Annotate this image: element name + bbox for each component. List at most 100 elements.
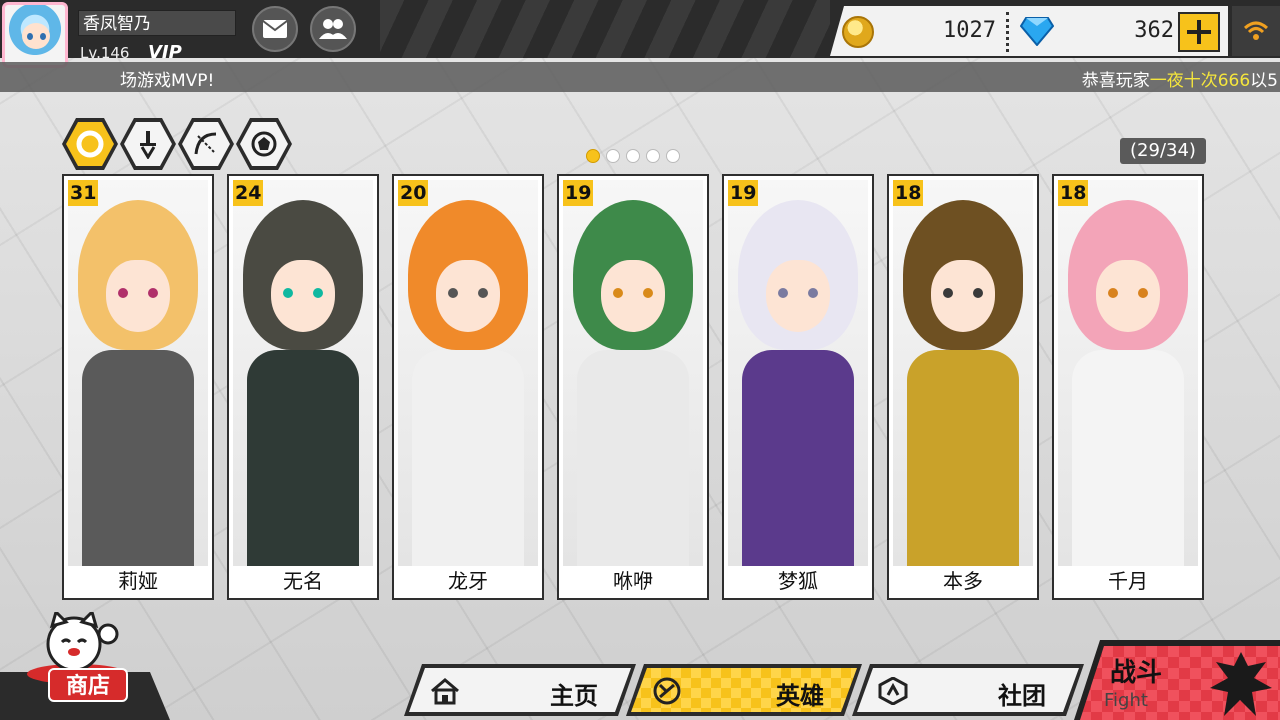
avatar-eye-left	[27, 33, 33, 40]
hero-body	[1072, 350, 1184, 566]
page-indicator	[586, 149, 680, 163]
announcement-marquee: 场游戏MVP! 恭喜玩家一夜十次666以5	[0, 62, 1280, 92]
vip-badge[interactable]: VIP	[148, 42, 182, 63]
player-level: Lv.146	[80, 44, 130, 62]
diamond-icon	[1020, 17, 1054, 46]
hero-body	[907, 350, 1019, 566]
hero-level: 20	[398, 180, 429, 206]
nav-tab-guild[interactable]: 社团	[852, 664, 1084, 716]
shop-button[interactable]: 商店	[48, 668, 128, 702]
gem-value: 362	[1134, 18, 1174, 43]
hero-face	[106, 260, 170, 332]
page-dot[interactable]	[586, 149, 600, 163]
hero-portrait	[398, 180, 538, 566]
hero-face	[271, 260, 335, 332]
sword-icon	[140, 131, 156, 159]
friends-button[interactable]	[310, 6, 356, 52]
hero-level: 18	[1058, 180, 1089, 206]
marquee-text-left: 场游戏MVP!	[120, 71, 215, 91]
hero-eye-left	[778, 288, 788, 298]
hero-card[interactable]: 19 梦狐	[722, 174, 874, 600]
hero-eye-right	[808, 288, 818, 298]
hero-card-list: 31 莉娅 24 无名 20 龙牙 19 咻咿 19 梦狐 18 本多 18 千月	[62, 174, 1212, 600]
hero-name: 梦狐	[778, 569, 818, 593]
bow-icon	[194, 132, 217, 155]
hero-level: 19	[563, 180, 594, 206]
hero-eye-right	[478, 288, 488, 298]
hero-eye-right	[973, 288, 983, 298]
hero-name: 龙牙	[448, 569, 488, 593]
nav-tab-heroes[interactable]: 英雄	[626, 664, 862, 716]
fight-label-en: Fight	[1104, 690, 1148, 711]
hero-face	[436, 260, 500, 332]
page-dot[interactable]	[626, 149, 640, 163]
hero-eye-left	[943, 288, 953, 298]
hero-face	[766, 260, 830, 332]
mail-icon	[262, 20, 288, 38]
mail-button[interactable]	[252, 6, 298, 52]
hero-card[interactable]: 18 本多	[887, 174, 1039, 600]
hero-eye-right	[643, 288, 653, 298]
marquee-prefix: 恭喜玩家	[1081, 71, 1150, 91]
hero-card[interactable]: 24 无名	[227, 174, 379, 600]
page-dot[interactable]	[666, 149, 680, 163]
page-dot[interactable]	[606, 149, 620, 163]
player-avatar[interactable]	[2, 2, 68, 68]
hero-level: 18	[893, 180, 924, 206]
support-icon	[251, 131, 277, 157]
nav-tab-heroes-label: 英雄	[776, 682, 824, 710]
hero-portrait	[68, 180, 208, 566]
warrior-silhouette-icon	[1210, 652, 1272, 716]
hero-eye-left	[613, 288, 623, 298]
gold-value: 1027	[943, 18, 996, 43]
player-name: 香凤智乃	[78, 10, 236, 36]
nav-tab-home-label: 主页	[550, 682, 598, 710]
hero-name: 千月	[1108, 569, 1148, 593]
friends-icon	[319, 19, 347, 39]
hero-name: 咻咿	[613, 569, 653, 593]
hero-level: 19	[728, 180, 759, 206]
marquee-text-right: 恭喜玩家一夜十次666以5	[1082, 66, 1278, 91]
hero-card[interactable]: 19 咻咿	[557, 174, 709, 600]
hero-portrait	[728, 180, 868, 566]
all-ring-icon	[76, 130, 104, 158]
avatar-eye-right	[40, 33, 46, 40]
hero-body	[742, 350, 854, 566]
marquee-player-name: 一夜十次666	[1149, 71, 1251, 91]
guild-icon	[878, 677, 908, 705]
hero-eye-right	[1138, 288, 1148, 298]
hero-icon	[652, 677, 682, 705]
nav-tab-home[interactable]: 主页	[404, 664, 636, 716]
hero-portrait	[893, 180, 1033, 566]
nav-tab-guild-label: 社团	[998, 682, 1046, 710]
hero-count: (29/34)	[1120, 138, 1206, 164]
hero-level: 24	[233, 180, 264, 206]
hero-card[interactable]: 18 千月	[1052, 174, 1204, 600]
hero-body	[82, 350, 194, 566]
hero-card[interactable]: 20 龙牙	[392, 174, 544, 600]
fight-label: 战斗	[1110, 658, 1163, 688]
hero-portrait	[233, 180, 373, 566]
hero-face	[931, 260, 995, 332]
hero-portrait	[1058, 180, 1198, 566]
resource-divider	[1006, 12, 1009, 52]
home-icon	[430, 677, 460, 705]
hero-eye-left	[448, 288, 458, 298]
page-dot[interactable]	[646, 149, 660, 163]
hero-name: 无名	[283, 569, 323, 593]
hero-card[interactable]: 31 莉娅	[62, 174, 214, 600]
hero-portrait	[563, 180, 703, 566]
hero-name: 莉娅	[118, 569, 158, 593]
hero-body	[247, 350, 359, 566]
network-status	[1232, 6, 1280, 56]
hero-body	[412, 350, 524, 566]
hero-level: 31	[68, 180, 99, 206]
hero-name: 本多	[943, 569, 983, 593]
wifi-icon	[1243, 21, 1269, 40]
hero-eye-right	[313, 288, 323, 298]
recharge-button[interactable]	[1178, 12, 1220, 52]
hero-face	[601, 260, 665, 332]
hero-eye-left	[1108, 288, 1118, 298]
hero-body	[577, 350, 689, 566]
hero-eye-left	[283, 288, 293, 298]
